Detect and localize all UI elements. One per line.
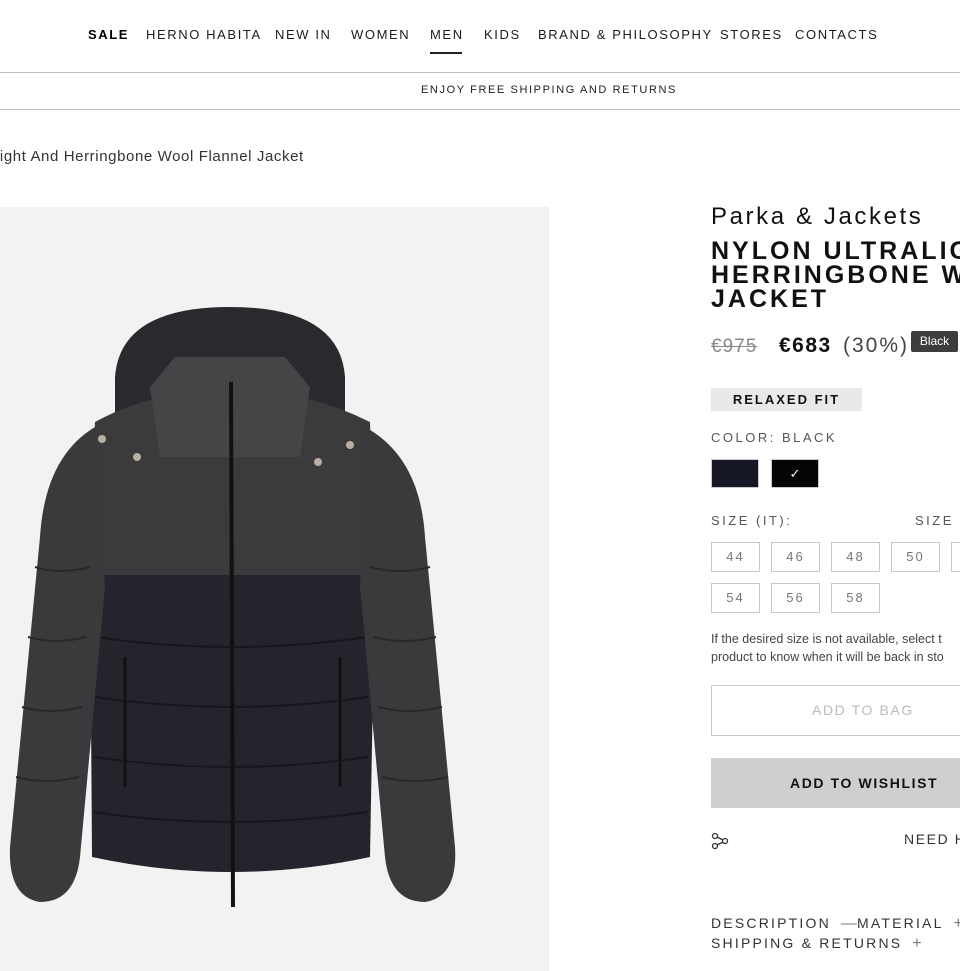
tab-shipping-returns[interactable]: SHIPPING & RETURNS + xyxy=(711,935,924,953)
tab-label: SHIPPING & RETURNS xyxy=(711,935,903,951)
product-image[interactable] xyxy=(0,207,549,971)
original-price: €975 xyxy=(711,336,758,357)
active-nav-indicator xyxy=(430,52,462,54)
promo-bar: ENJOY FREE SHIPPING AND RETURNS xyxy=(0,74,960,110)
add-to-wishlist-button[interactable]: ADD TO WISHLIST xyxy=(711,758,960,808)
product-title-line: HERRINGBONE WO xyxy=(711,261,960,289)
nav-item-new-in[interactable]: NEW IN xyxy=(275,27,332,42)
product-category: Parka & Jackets xyxy=(711,203,924,230)
size-option-54[interactable]: 54 xyxy=(711,583,760,613)
color-swatch-navy[interactable] xyxy=(711,459,759,488)
promo-text: ENJOY FREE SHIPPING AND RETURNS xyxy=(421,84,677,96)
nav-item-women[interactable]: WOMEN xyxy=(351,27,410,42)
nav-item-stores[interactable]: STORES xyxy=(720,27,783,42)
breadcrumb[interactable]: light And Herringbone Wool Flannel Jacke… xyxy=(0,148,304,165)
product-title-line: NYLON ULTRALIGH xyxy=(711,237,960,265)
add-to-bag-button[interactable]: ADD TO BAG xyxy=(711,685,960,736)
share-icon[interactable] xyxy=(711,832,729,850)
tab-description[interactable]: DESCRIPTION — xyxy=(711,915,859,933)
share-icon-glyph xyxy=(711,832,729,850)
size-option-52[interactable] xyxy=(951,542,960,572)
notice-line: product to know when it will be back in … xyxy=(711,650,944,664)
tab-material[interactable]: MATERIAL + xyxy=(857,915,960,933)
color-swatch-black[interactable]: ✓ xyxy=(771,459,819,488)
checkmark-icon: ✓ xyxy=(789,466,801,481)
discount-percent: (30%) xyxy=(843,334,910,357)
plus-icon: + xyxy=(954,915,960,932)
nav-item-brand-philosophy[interactable]: BRAND & PHILOSOPHY xyxy=(538,27,713,42)
need-help-link[interactable]: NEED H xyxy=(904,831,960,847)
nav-item-kids[interactable]: KIDS xyxy=(484,27,521,42)
nav-item-contacts[interactable]: CONTACTS xyxy=(795,27,878,42)
size-option-48[interactable]: 48 xyxy=(831,542,880,572)
tab-label: MATERIAL xyxy=(857,915,944,931)
size-option-46[interactable]: 46 xyxy=(771,542,820,572)
product-title: NYLON ULTRALIGH HERRINGBONE WO JACKET xyxy=(711,237,960,313)
size-label: SIZE (IT): xyxy=(711,513,793,528)
sale-price: €683 xyxy=(779,334,832,357)
plus-icon: + xyxy=(912,935,924,952)
size-option-58[interactable]: 58 xyxy=(831,583,880,613)
product-title-line: JACKET xyxy=(711,285,830,313)
size-guide-link[interactable]: SIZE G xyxy=(915,513,960,528)
size-availability-notice: If the desired size is not available, se… xyxy=(711,630,960,666)
color-label: COLOR: BLACK xyxy=(711,430,838,445)
size-option-50[interactable]: 50 xyxy=(891,542,940,572)
main-navigation: SALE HERNO HABITA NEW IN WOMEN MEN KIDS … xyxy=(0,0,960,73)
size-option-44[interactable]: 44 xyxy=(711,542,760,572)
nav-item-sale[interactable]: SALE xyxy=(88,27,129,42)
size-option-56[interactable]: 56 xyxy=(771,583,820,613)
jacket-illustration xyxy=(9,307,456,908)
nav-item-herno-habita[interactable]: HERNO HABITA xyxy=(146,27,262,42)
fit-badge: RELAXED FIT xyxy=(711,388,862,411)
color-tooltip: Black xyxy=(911,331,958,352)
notice-line: If the desired size is not available, se… xyxy=(711,632,942,646)
nav-item-men[interactable]: MEN xyxy=(430,27,464,42)
tab-label: DESCRIPTION xyxy=(711,915,831,931)
